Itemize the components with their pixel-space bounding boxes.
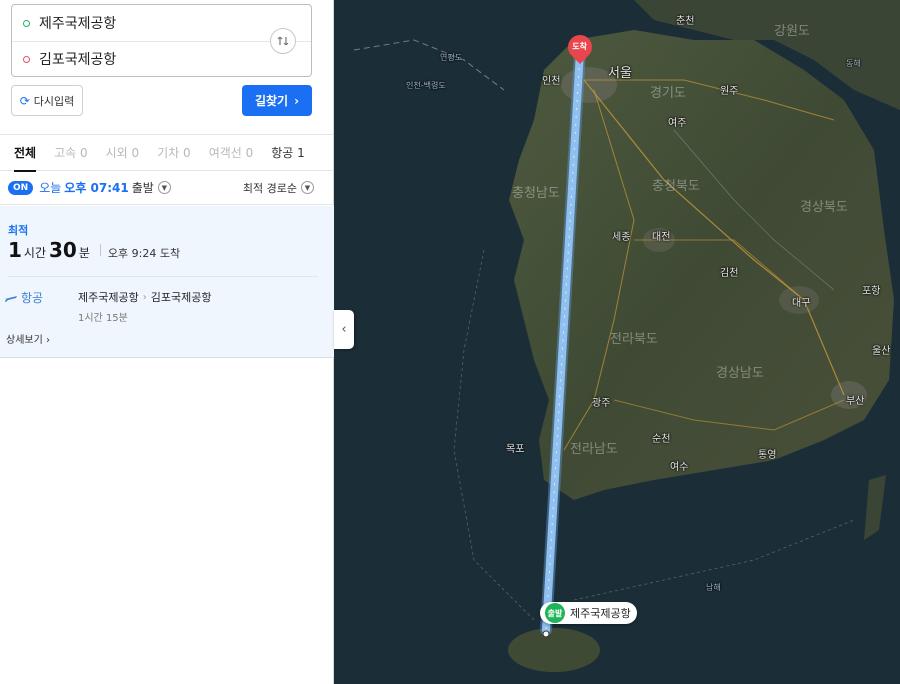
time-dropdown-icon[interactable]: ▼	[157, 181, 171, 194]
find-route-button[interactable]: 길찾기 ›	[242, 85, 312, 116]
card-divider	[8, 276, 318, 277]
departure-option-bar: ON 오늘 오후 07:41 출발 ▼ 최적 경로순 ▼	[0, 171, 334, 205]
city-label: 서울	[608, 66, 632, 81]
sort-dropdown[interactable]: 최적 경로순 ▼	[243, 180, 314, 196]
region-label: 경기도	[650, 86, 686, 101]
city-label: 통영	[758, 450, 777, 461]
details-link[interactable]: 상세보기 ›	[6, 331, 50, 346]
city-label: 대전	[652, 232, 671, 243]
minutes-unit: 분	[78, 246, 90, 260]
city-label: 부산	[846, 396, 865, 407]
city-label: 인천	[542, 76, 561, 87]
region-label: 충청남도	[512, 186, 560, 201]
departure-time[interactable]: 오후 07:41	[64, 179, 128, 196]
origin-marker-label: 제주국제공항	[570, 607, 631, 620]
region-label: 경상북도	[800, 200, 848, 215]
origin-field[interactable]: 제주국제공항	[12, 5, 267, 41]
tab-flight[interactable]: 항공 1	[271, 135, 305, 171]
chevron-right-icon: ›	[46, 335, 50, 346]
tab-express-bus[interactable]: 고속 0	[54, 135, 88, 171]
duration-hours: 1	[8, 238, 22, 262]
sea-label: 동해	[846, 59, 861, 68]
realtime-on-toggle[interactable]: ON	[8, 180, 34, 195]
origin-text: 제주국제공항	[39, 16, 117, 32]
city-label: 원주	[720, 86, 739, 97]
refresh-icon: ⟳	[19, 93, 30, 108]
destination-pin-label: 도착	[572, 42, 588, 52]
directions-panel: 제주국제공항 김포국제공항 ⟳ 다시입력 길찾기 › 전체 고속 0 시외 0 …	[0, 0, 334, 684]
origin-pin-icon: 출발	[545, 603, 565, 623]
arrival-divider	[99, 244, 101, 256]
tab-all[interactable]: 전체	[14, 135, 37, 172]
best-route-tag: 최적	[8, 224, 29, 237]
leg-duration: 1시간 15분	[78, 313, 128, 324]
city-label: 김천	[720, 268, 739, 279]
region-label: 경상남도	[716, 366, 764, 381]
total-duration: 1 시간 30 분 오후 9:24 도착	[8, 238, 180, 262]
chevron-left-icon: ‹	[341, 322, 347, 337]
find-route-label: 길찾기	[254, 94, 289, 108]
city-label: 춘천	[676, 16, 695, 27]
region-label: 강원도	[774, 24, 810, 39]
city-label: 포항	[862, 286, 881, 297]
route-input-box: 제주국제공항 김포국제공항	[11, 4, 312, 77]
region-label: 충청북도	[652, 179, 700, 194]
chevron-right-icon: ›	[142, 291, 147, 303]
origin-dot-icon	[23, 19, 30, 27]
satellite-map[interactable]: 경기도 강원도 충청남도 충청북도 경상북도 전라북도 경상남도 전라남도 서울…	[334, 0, 900, 684]
transport-tabs: 전체 고속 0 시외 0 기차 0 여객선 0 항공 1	[0, 135, 334, 172]
collapse-panel-button[interactable]: ‹	[334, 310, 354, 349]
tab-train[interactable]: 기차 0	[157, 135, 191, 171]
destination-dot-icon	[23, 55, 30, 63]
chevron-right-icon: ›	[294, 93, 300, 108]
city-label: 순천	[652, 434, 671, 445]
transport-mode: 항공	[4, 289, 43, 306]
arrival-time: 오후 9:24 도착	[107, 247, 181, 260]
sort-label: 최적 경로순	[242, 181, 297, 195]
reset-label: 다시입력	[33, 94, 75, 108]
region-label: 전라북도	[610, 332, 658, 347]
swap-button[interactable]	[270, 28, 296, 54]
city-label: 울산	[872, 346, 891, 357]
city-label: 목포	[506, 444, 525, 455]
tab-ferry[interactable]: 여객선 0	[209, 135, 254, 171]
island-label: 연평도	[440, 53, 463, 62]
tab-intercity-bus[interactable]: 시외 0	[106, 135, 140, 171]
departure-label: 출발	[131, 181, 154, 195]
destination-text: 김포국제공항	[39, 52, 117, 68]
city-label: 세종	[612, 232, 631, 243]
leg-route: 제주국제공항 › 김포국제공항	[78, 289, 211, 305]
airplane-icon	[5, 295, 17, 302]
origin-marker[interactable]: 출발 제주국제공항	[540, 602, 637, 624]
destination-field[interactable]: 김포국제공항	[12, 41, 267, 77]
route-result-card[interactable]: 최적 1 시간 30 분 오후 9:24 도착 항공 제주국제공항 › 김포국제…	[0, 206, 334, 358]
details-label: 상세보기	[6, 335, 43, 346]
reset-button[interactable]: ⟳ 다시입력	[11, 85, 83, 116]
hours-unit: 시간	[23, 246, 47, 260]
duration-minutes: 30	[49, 238, 77, 262]
ferry-route-label: 인천-백령도	[406, 81, 446, 90]
transport-mode-label: 항공	[21, 291, 44, 305]
city-label: 여주	[668, 118, 687, 129]
leg-destination: 김포국제공항	[150, 291, 212, 304]
region-label: 전라남도	[570, 442, 618, 457]
chevron-down-icon: ▼	[301, 181, 314, 194]
sea-label: 남해	[706, 583, 721, 592]
city-label: 대구	[792, 298, 811, 309]
city-label: 광주	[592, 398, 611, 409]
departure-day: 오늘	[39, 181, 62, 195]
leg-origin: 제주국제공항	[78, 291, 139, 304]
city-label: 여수	[670, 462, 689, 473]
swap-icon	[277, 36, 289, 46]
